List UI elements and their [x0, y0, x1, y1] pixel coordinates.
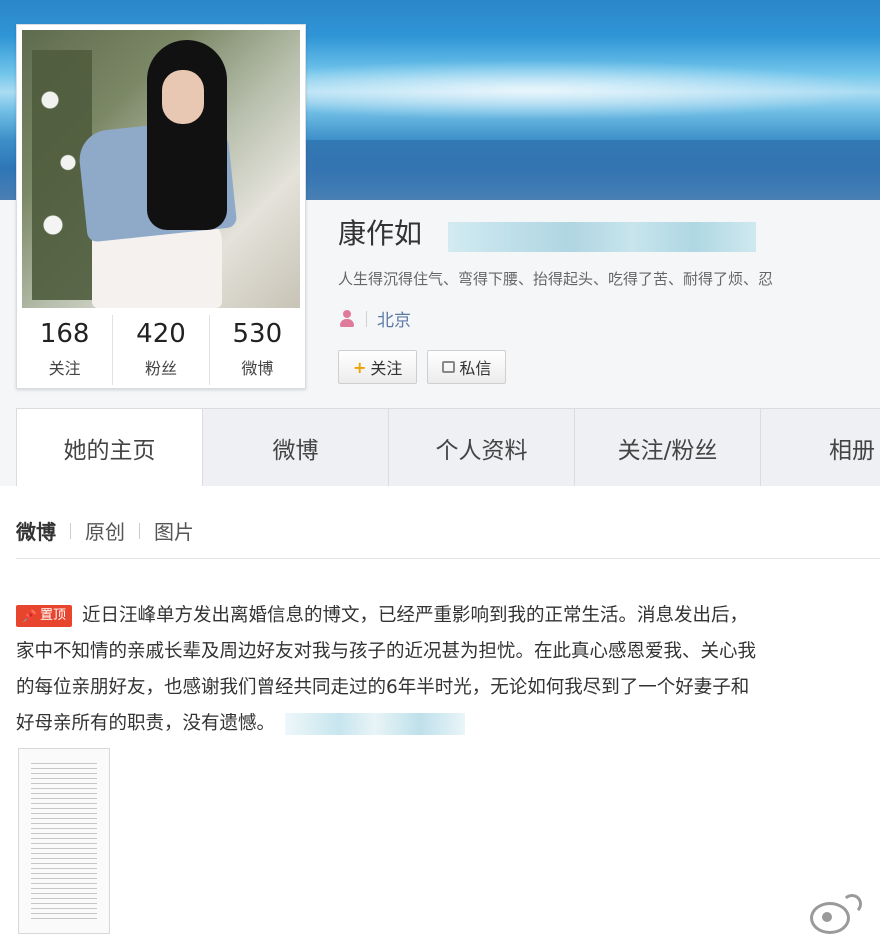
- post-text-line-3: 的每位亲朋好友，也感谢我们曾经共同走过的6年半时光，无论如何我尽到了一个好妻子和: [16, 677, 750, 698]
- profile-actions: + 关注 私信: [338, 350, 507, 384]
- post-line: 📌 置顶 近日汪峰单方发出离婚信息的博文，已经严重影响到我的正常生活。消息发出后…: [16, 598, 880, 634]
- banner-sea: [300, 140, 880, 185]
- message-button-label: 私信: [459, 359, 492, 378]
- banner-cloud: [300, 60, 880, 120]
- person-icon: [338, 309, 356, 328]
- post-image-thumbnail[interactable]: [18, 748, 110, 934]
- profile-card: 168 关注 420 粉丝 530 微博: [16, 24, 306, 389]
- stat-posts-label: 微博: [241, 359, 274, 378]
- post-line: 好母亲所有的职责，没有遗憾。: [16, 706, 880, 742]
- tab-home[interactable]: 她的主页: [17, 409, 203, 487]
- stat-followers-label: 粉丝: [144, 359, 177, 378]
- tab-profile-info[interactable]: 个人资料: [389, 409, 575, 487]
- message-button[interactable]: 私信: [427, 350, 507, 384]
- profile-bio: 人生得沉得住气、弯得下腰、抬得起头、吃得了苦、耐得了烦、忍: [338, 270, 774, 288]
- document-text-lines: [31, 763, 97, 923]
- post-text-line-2: 家中不知情的亲戚长辈及周边好友对我与孩子的近况甚为担忧。在此真心感恩爱我、关心我: [16, 641, 757, 662]
- profile-tabs: 她的主页 微博 个人资料 关注/粉丝 相册: [16, 408, 880, 487]
- filter-images[interactable]: 图片: [154, 516, 194, 545]
- stat-following-label: 关注: [48, 359, 81, 378]
- follow-button-label: 关注: [370, 359, 403, 378]
- filter-original[interactable]: 原创: [85, 516, 125, 545]
- weibo-logo-icon: [806, 892, 866, 942]
- profile-name: 康作如: [338, 217, 423, 250]
- feed-panel: 微博 原创 图片 📌 置顶 近日汪峰单方发出离婚信息的博文，已经严重影响到我的正…: [0, 486, 880, 952]
- pinned-badge-label: 置顶: [39, 608, 66, 623]
- divider: [139, 522, 140, 539]
- avatar-hair: [147, 40, 227, 230]
- divider: [70, 522, 71, 539]
- location-link[interactable]: 北京: [377, 306, 411, 331]
- stat-following[interactable]: 168 关注: [17, 315, 114, 385]
- tab-follow-fans[interactable]: 关注/粉丝: [575, 409, 761, 487]
- tab-weibo[interactable]: 微博: [203, 409, 389, 487]
- message-icon: [442, 361, 456, 373]
- profile-stats: 168 关注 420 粉丝 530 微博: [17, 315, 305, 385]
- avatar[interactable]: [22, 30, 300, 308]
- blurred-verification-tag: [448, 222, 756, 252]
- stat-followers[interactable]: 420 粉丝: [113, 315, 210, 385]
- plus-icon: +: [353, 357, 367, 377]
- tab-album[interactable]: 相册: [761, 409, 880, 487]
- feed-filter: 微博 原创 图片: [16, 516, 194, 545]
- stat-posts[interactable]: 530 微博: [210, 315, 305, 385]
- weibo-logo-eye: [822, 912, 832, 922]
- pinned-badge: 📌 置顶: [16, 605, 72, 627]
- avatar-face: [162, 70, 204, 124]
- divider: [366, 310, 367, 327]
- feed-divider: [16, 558, 880, 559]
- follow-button[interactable]: + 关注: [338, 350, 418, 384]
- location-row: 北京: [338, 306, 411, 331]
- filter-weibo[interactable]: 微博: [16, 516, 56, 545]
- pinned-post: 📌 置顶 近日汪峰单方发出离婚信息的博文，已经严重影响到我的正常生活。消息发出后…: [16, 598, 880, 742]
- post-text-line-1: 近日汪峰单方发出离婚信息的博文，已经严重影响到我的正常生活。消息发出后，: [81, 605, 748, 626]
- stat-following-count: 168: [39, 319, 90, 349]
- stat-followers-count: 420: [136, 319, 186, 349]
- weibo-logo-arc: [842, 894, 862, 914]
- pin-icon: 📌: [22, 609, 37, 623]
- blurred-link: [285, 713, 466, 735]
- post-text-line-4: 好母亲所有的职责，没有遗憾。: [16, 713, 276, 734]
- stat-posts-count: 530: [232, 319, 283, 349]
